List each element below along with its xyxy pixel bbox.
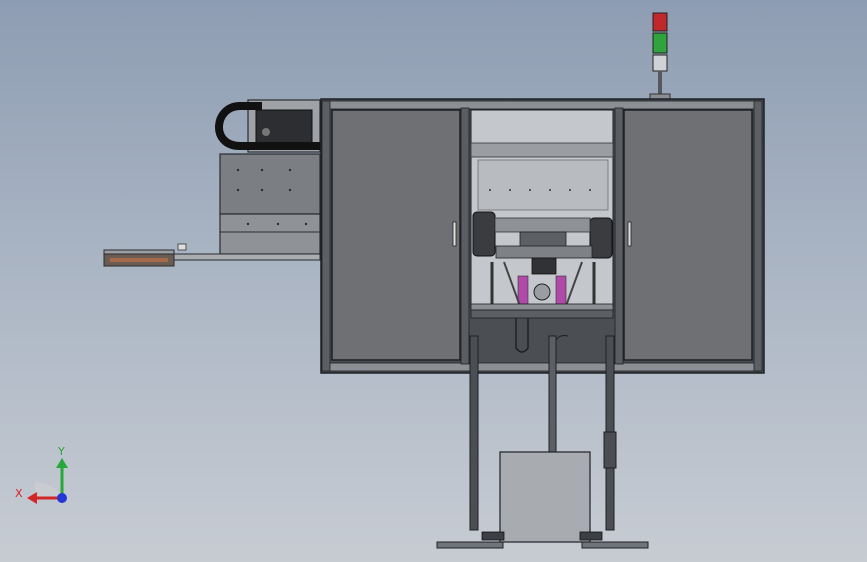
left-door — [331, 109, 461, 361]
cabinet-top-rail — [324, 100, 761, 110]
machine-drawing: Y X — [15, 12, 765, 549]
outfeed-tray-strip — [110, 258, 168, 262]
main-cabinet — [320, 98, 765, 374]
feeder-lower-body — [219, 213, 321, 255]
gearbox — [531, 257, 557, 275]
triad-x-arrow — [27, 492, 37, 504]
drive-frame — [495, 245, 593, 259]
left-roller — [472, 211, 496, 257]
signal-lamp-red — [652, 12, 668, 32]
cabinet-left-post — [321, 100, 331, 372]
stand-left-leg — [469, 335, 479, 531]
feeder-module — [103, 99, 326, 267]
right-door — [623, 109, 753, 361]
left-foot-block — [481, 531, 505, 541]
interior-back-plate — [477, 159, 609, 211]
cad-viewport[interactable]: Y X — [0, 0, 867, 562]
cabinet-right-post — [753, 100, 763, 372]
triad-y-arrow — [56, 458, 68, 468]
feeder-control-unit — [255, 109, 313, 147]
triad-z-axis — [57, 493, 67, 503]
left-door-handle — [452, 221, 457, 247]
signal-lamp-white — [652, 54, 668, 72]
triad-x-label: X — [15, 487, 23, 500]
roller-shaft-housing — [494, 217, 591, 233]
feeder-knob — [262, 128, 270, 136]
signal-lamp-green — [652, 32, 668, 54]
servo-motor — [533, 283, 551, 301]
right-inner-post — [614, 107, 624, 365]
right-base-plate — [581, 541, 649, 549]
signal-tower-pole — [658, 71, 662, 94]
left-inner-post — [460, 107, 470, 365]
signal-tower — [649, 12, 671, 100]
stand-center-column — [548, 335, 557, 457]
right-door-handle — [627, 221, 632, 247]
outfeed-plate — [171, 253, 321, 261]
right-foot-block — [579, 531, 603, 541]
purple-bracket-left — [517, 275, 529, 305]
left-base-plate — [436, 541, 504, 549]
window-bottom-rail — [470, 303, 614, 311]
side-sensor — [603, 431, 617, 469]
cabinet-bottom-rail — [324, 362, 761, 372]
interior-beam — [470, 142, 614, 158]
triad-y-label: Y — [57, 445, 65, 458]
purple-bracket-right — [555, 275, 567, 305]
collection-bin — [499, 451, 591, 543]
right-roller — [589, 217, 613, 259]
feeder-body — [219, 153, 321, 215]
coordinate-triad-icon: Y X — [15, 445, 68, 504]
center-lower-rail — [470, 309, 614, 319]
outfeed-tray-top — [103, 249, 175, 255]
